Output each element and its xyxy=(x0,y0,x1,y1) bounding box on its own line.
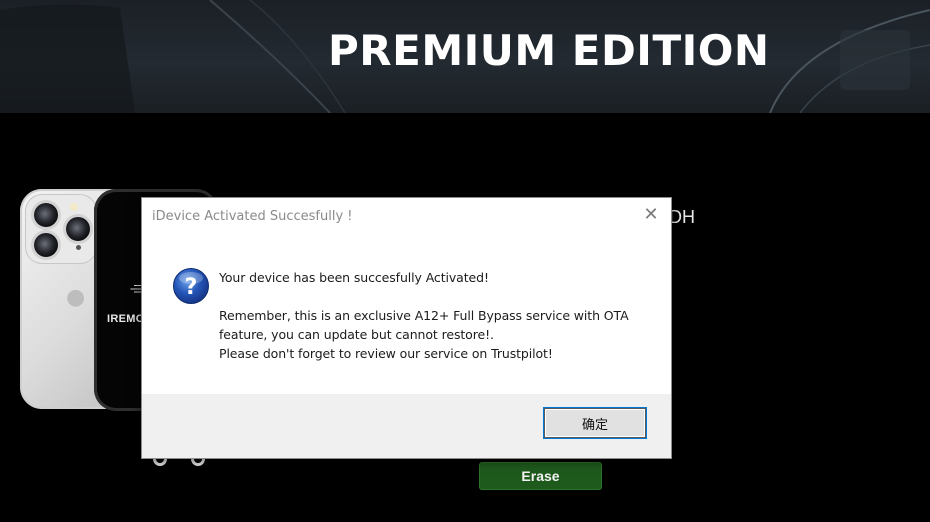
microphone-dot xyxy=(76,245,81,250)
message-line: feature, you can update but cannot resto… xyxy=(219,327,494,342)
svg-text:?: ? xyxy=(185,275,198,300)
camera-lens-icon xyxy=(34,203,58,227)
camera-lens-icon xyxy=(66,217,90,241)
camera-module xyxy=(26,195,96,263)
dialog-titlebar[interactable]: iDevice Activated Succesfully ! ✕ xyxy=(142,198,671,236)
banner-title: PREMIUM EDITION xyxy=(328,26,770,75)
close-icon[interactable]: ✕ xyxy=(639,204,663,226)
question-icon: ? xyxy=(173,268,209,304)
header-banner: PREMIUM EDITION xyxy=(0,0,930,113)
message-line: Remember, this is an exclusive A12+ Full… xyxy=(219,308,629,323)
camera-lens-icon xyxy=(34,233,58,257)
ok-button[interactable]: 确定 xyxy=(544,408,646,438)
activation-dialog: iDevice Activated Succesfully ! ✕ ? Your… xyxy=(141,197,672,459)
dialog-title: iDevice Activated Succesfully ! xyxy=(152,209,353,224)
flash-icon xyxy=(70,203,78,211)
message-line: Please don't forget to review our servic… xyxy=(219,346,553,361)
phone-screen-label: IREMO xyxy=(107,313,145,325)
message-heading: Your device has been succesfully Activat… xyxy=(219,270,489,285)
apple-logo-icon: ● xyxy=(66,285,86,310)
erase-button[interactable]: Erase xyxy=(479,462,602,490)
dialog-footer: 确定 xyxy=(142,394,671,458)
partial-label: DH xyxy=(669,207,695,227)
